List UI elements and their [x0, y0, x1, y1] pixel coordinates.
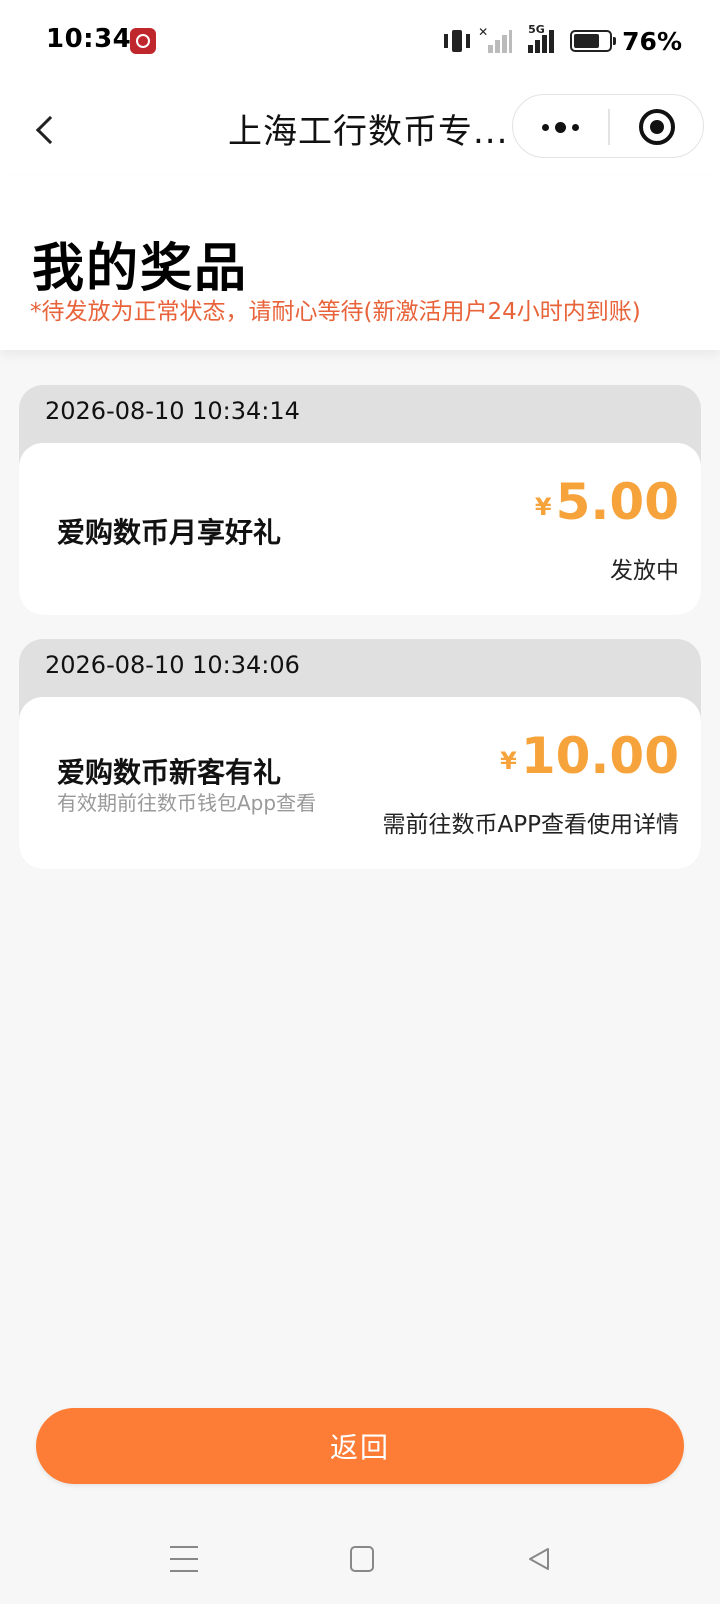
battery-icon: [570, 30, 617, 52]
currency-symbol: ¥: [500, 747, 517, 775]
bank-app-icon: [130, 28, 156, 54]
status-bar: 10:34 ✕ 5G 76%: [0, 0, 720, 84]
prize-name: 爱购数币新客有礼: [57, 756, 282, 789]
prize-status: 需前往数币APP查看使用详情: [382, 812, 679, 838]
triangle-back-icon[interactable]: [526, 1546, 552, 1572]
prize-card[interactable]: 2026-08-10 10:34:14 爱购数币月享好礼 ¥5.00 发放中: [19, 385, 701, 615]
page-header: 我的奖品 *待发放为正常状态，请耐心等待(新激活用户24小时内到账): [0, 176, 720, 350]
prize-page: 10:34 ✕ 5G 76% 上海工行数币专... 我的奖品 *待发放为正常状态…: [0, 0, 720, 1604]
vibrate-icon: [444, 28, 471, 54]
more-button[interactable]: [513, 95, 608, 159]
prize-card-body: 爱购数币月享好礼 ¥5.00 发放中: [19, 443, 701, 615]
battery-percent: 76%: [622, 26, 682, 56]
miniprogram-capsule: [512, 94, 704, 158]
more-icon: [542, 123, 549, 131]
close-miniprogram-button[interactable]: [609, 95, 704, 159]
home-icon[interactable]: [350, 1546, 374, 1572]
back-button[interactable]: [22, 106, 70, 154]
prize-card-body: 爱购数币新客有礼 有效期前往数币钱包App查看 ¥10.00 需前往数币APP查…: [19, 697, 701, 869]
status-time: 10:34: [46, 24, 132, 54]
prize-time: 2026-08-10 10:34:06: [45, 651, 300, 679]
system-nav-bar: [0, 1520, 720, 1604]
currency-symbol: ¥: [534, 493, 552, 521]
prize-card[interactable]: 2026-08-10 10:34:06 爱购数币新客有礼 有效期前往数币钱包Ap…: [19, 639, 701, 869]
page-title: 我的奖品: [32, 239, 249, 299]
prize-status: 发放中: [610, 558, 679, 584]
navbar: 上海工行数币专...: [0, 84, 720, 176]
prize-amount: ¥5.00: [535, 473, 679, 531]
notice-text: *待发放为正常状态，请耐心等待(新激活用户24小时内到账): [30, 299, 641, 325]
amount-value: 10.00: [520, 727, 679, 785]
return-button[interactable]: 返回: [36, 1408, 684, 1484]
signal-sim2-icon: 5G: [520, 23, 555, 55]
battery-fill: [574, 34, 600, 48]
close-miniprogram-icon: [638, 109, 675, 145]
prize-name: 爱购数币月享好礼: [57, 516, 282, 549]
prize-amount: ¥10.00: [500, 727, 679, 785]
status-indicators: ✕ 5G 76%: [444, 23, 682, 56]
amount-value: 5.00: [555, 473, 679, 531]
signal-sim1-icon: ✕: [478, 25, 513, 55]
menu-icon[interactable]: [170, 1546, 198, 1572]
nav-title: 上海工行数币专...: [228, 112, 509, 152]
prize-time: 2026-08-10 10:34:14: [45, 397, 300, 425]
back-icon: [35, 115, 65, 145]
prize-subtitle: 有效期前往数币钱包App查看: [57, 791, 317, 815]
